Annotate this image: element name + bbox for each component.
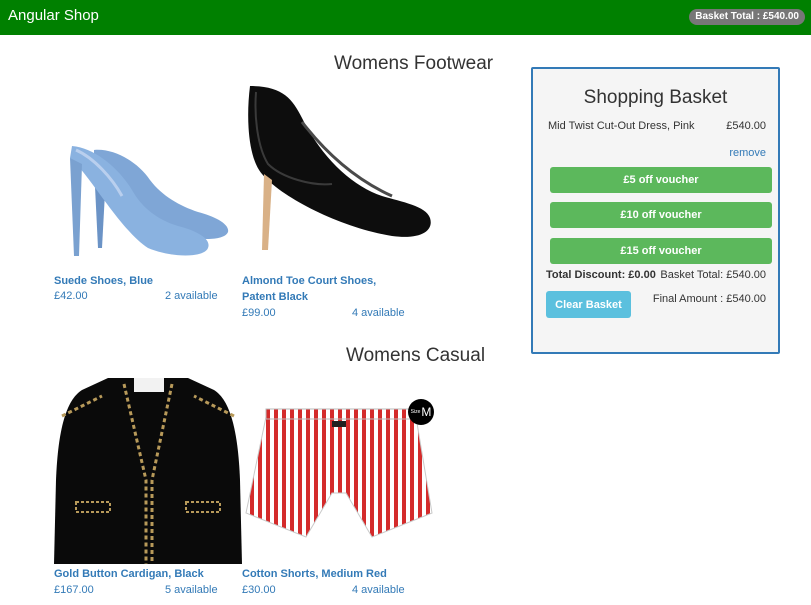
basket-item-name: Mid Twist Cut-Out Dress, Pink <box>548 120 695 132</box>
basket-item-price: £540.00 <box>726 120 766 132</box>
product-name[interactable]: Almond Toe Court Shoes, Patent Black <box>242 273 412 305</box>
product-name[interactable]: Gold Button Cardigan, Black <box>54 566 234 582</box>
size-tag-value: M <box>421 405 432 419</box>
section-title-casual: Womens Casual <box>346 345 486 366</box>
product-image-suede-shoes[interactable] <box>54 78 236 268</box>
product-price: £30.00 <box>242 584 276 596</box>
product-availability: 4 available <box>352 584 405 596</box>
product-price: £167.00 <box>54 584 94 596</box>
voucher-10-button[interactable]: £10 off voucher <box>550 202 772 228</box>
voucher-15-button[interactable]: £15 off voucher <box>550 238 772 264</box>
remove-link[interactable]: remove <box>729 147 766 159</box>
black-shoes-image <box>242 78 432 268</box>
navbar: Angular Shop Basket Total : £540.00 <box>0 0 811 35</box>
basket-title: Shopping Basket <box>583 87 728 108</box>
section-title-footwear: Womens Footwear <box>334 53 494 74</box>
product-name[interactable]: Suede Shoes, Blue <box>54 273 224 289</box>
basket-total: Basket Total: £540.00 <box>660 269 766 281</box>
clear-basket-button[interactable]: Clear Basket <box>546 291 631 318</box>
product-image-almond-toe-shoes[interactable] <box>242 78 432 268</box>
voucher-5-button[interactable]: £5 off voucher <box>550 167 772 193</box>
product-availability: 2 available <box>165 290 218 302</box>
product-name[interactable]: Cotton Shorts, Medium Red <box>242 566 422 582</box>
shopping-basket-panel: Shopping Basket Mid Twist Cut-Out Dress,… <box>531 67 780 354</box>
size-tag: Size M <box>408 399 434 425</box>
product-price: £42.00 <box>54 290 88 302</box>
basket-total-badge: Basket Total : £540.00 <box>689 9 805 25</box>
size-tag-prefix: Size <box>410 409 421 415</box>
product-image-shorts[interactable]: Size M <box>242 395 438 545</box>
product-availability: 5 available <box>165 584 218 596</box>
brand-link[interactable]: Angular Shop <box>8 7 99 24</box>
total-discount: Total Discount: £0.00 <box>546 269 656 281</box>
product-availability: 4 available <box>352 307 405 319</box>
blue-shoes-image <box>54 78 236 268</box>
final-amount: Final Amount : £540.00 <box>652 293 766 305</box>
product-image-cardigan[interactable] <box>54 370 242 564</box>
black-cardigan-image <box>54 370 242 564</box>
product-price: £99.00 <box>242 307 276 319</box>
